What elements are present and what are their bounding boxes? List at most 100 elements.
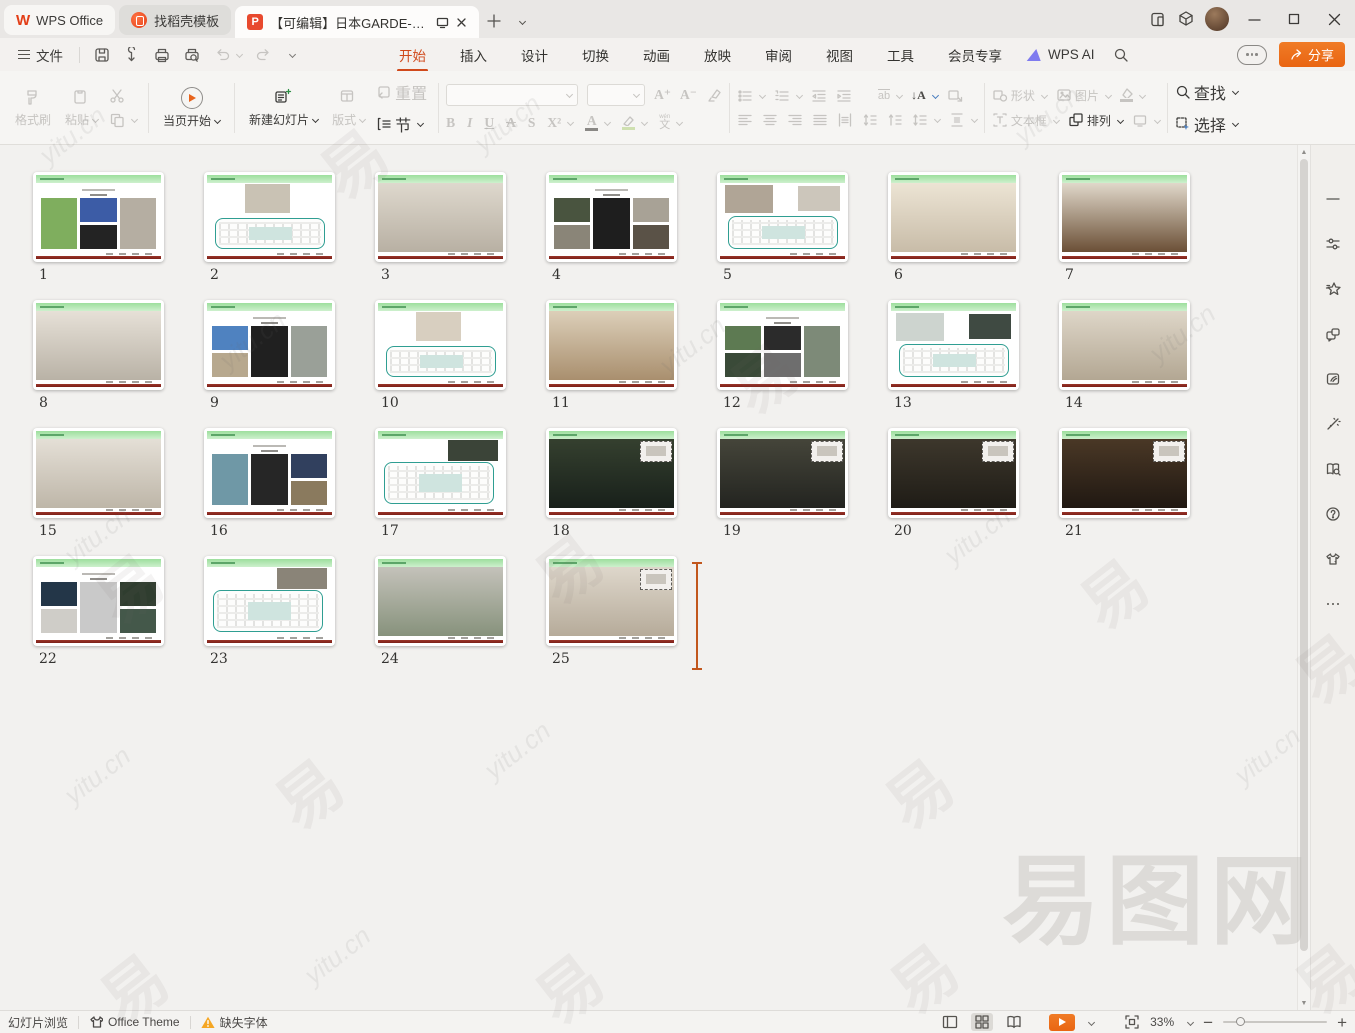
search-icon[interactable] [1113, 47, 1129, 63]
slide-thumbnail[interactable] [888, 172, 1019, 262]
section-button[interactable]: 节 [376, 112, 427, 136]
slide-thumbnail[interactable] [1059, 428, 1190, 518]
user-avatar[interactable] [1205, 7, 1229, 31]
zoom-level-chevron[interactable] [1187, 1018, 1194, 1025]
help-button[interactable] [1323, 504, 1343, 524]
slide-thumbnail[interactable] [717, 300, 848, 390]
slide-thumbnail[interactable] [1059, 300, 1190, 390]
tab-document[interactable]: P 【可编辑】日本GARDE-宁波阪 [235, 6, 479, 38]
resource-search-button[interactable] [1323, 459, 1343, 479]
collapse-sidebar-button[interactable] [1323, 189, 1343, 209]
file-menu-button[interactable]: 文件 [10, 45, 71, 65]
effects-star-button[interactable] [1323, 279, 1343, 299]
slide-thumbnail[interactable] [204, 428, 335, 518]
zoom-in-button[interactable]: + [1337, 1014, 1347, 1031]
tab-docer-templates[interactable]: 找稻壳模板 [119, 5, 231, 35]
collaboration-more-icon[interactable] [1237, 45, 1267, 65]
switch-shapes-button[interactable] [1323, 324, 1343, 344]
slide-thumbnail[interactable] [375, 172, 506, 262]
menu-tab-4[interactable]: 切换 [580, 39, 611, 71]
menu-tab-10[interactable]: 会员专享 [946, 39, 1004, 71]
theme-button[interactable]: Office Theme [89, 1015, 180, 1029]
bold-button: B [446, 115, 455, 131]
missing-fonts-button[interactable]: 缺失字体 [201, 1014, 268, 1031]
arrange-button[interactable]: 排列 [1068, 112, 1123, 129]
slide-thumbnail[interactable] [546, 172, 677, 262]
menu-tab-5[interactable]: 动画 [641, 39, 672, 71]
reading-view-button[interactable] [1003, 1013, 1025, 1031]
mobile-device-icon[interactable] [1150, 11, 1167, 28]
menu-tab-1[interactable]: 开始 [397, 39, 428, 71]
zoom-slider-thumb[interactable] [1236, 1017, 1245, 1026]
slide-sorter-view-button[interactable] [971, 1013, 993, 1031]
collage-column [41, 198, 77, 249]
menu-tab-8[interactable]: 视图 [824, 39, 855, 71]
zoom-out-button[interactable]: − [1203, 1014, 1213, 1031]
slide-thumbnail[interactable] [717, 172, 848, 262]
skin-settings-button[interactable] [1323, 549, 1343, 569]
font-name-combo[interactable] [446, 84, 578, 106]
slide-thumbnail[interactable] [1059, 172, 1190, 262]
present-screen-icon[interactable] [436, 16, 449, 29]
slide-thumbnail[interactable] [375, 300, 506, 390]
menu-tab-3[interactable]: 设计 [519, 39, 550, 71]
close-tab-icon[interactable] [456, 17, 467, 28]
slide-thumbnail[interactable] [204, 556, 335, 646]
normal-view-button[interactable] [939, 1013, 961, 1031]
play-from-current-button[interactable]: 当页开始 [156, 87, 227, 129]
slide-thumbnail[interactable] [546, 556, 677, 646]
slide-thumbnail[interactable] [375, 428, 506, 518]
font-size-combo[interactable] [587, 84, 645, 106]
new-tab-button[interactable] [481, 8, 507, 34]
slide-thumbnail[interactable] [33, 556, 164, 646]
slide-thumbnail[interactable] [33, 172, 164, 262]
fit-to-window-icon[interactable] [1124, 1014, 1140, 1030]
slide-thumbnail[interactable] [33, 300, 164, 390]
minimize-button[interactable] [1239, 4, 1269, 34]
zoom-slider[interactable] [1223, 1021, 1327, 1023]
slideshow-play-button[interactable] [1049, 1014, 1075, 1031]
scroll-up-arrow[interactable]: ▲ [1298, 146, 1310, 158]
slide-thumbnail[interactable] [375, 556, 506, 646]
slide-thumbnail[interactable] [888, 428, 1019, 518]
slide-thumbnail[interactable] [546, 300, 677, 390]
collage-row [212, 454, 327, 505]
scrollbar-thumb[interactable] [1300, 159, 1308, 951]
slideshow-options-chevron[interactable] [1088, 1018, 1095, 1025]
more-tools-button[interactable] [1323, 594, 1343, 614]
magic-wand-button[interactable] [1323, 414, 1343, 434]
save-icon[interactable] [94, 47, 110, 63]
tab-wps-home[interactable]: W WPS Office [4, 5, 115, 35]
menu-tab-6[interactable]: 放映 [702, 39, 733, 71]
creative-design-button[interactable] [1323, 369, 1343, 389]
slide-thumbnail[interactable] [888, 300, 1019, 390]
quickbar-more-chevron[interactable] [289, 51, 296, 58]
vertical-scrollbar[interactable]: ▲ ▼ [1297, 145, 1310, 1010]
slide-thumbnail[interactable] [33, 428, 164, 518]
3d-box-icon[interactable] [1177, 10, 1195, 28]
wps-ai-button[interactable]: WPS AI [1028, 47, 1095, 62]
menu-tab-7[interactable]: 审阅 [763, 39, 794, 71]
maximize-button[interactable] [1279, 4, 1309, 34]
slide-thumbnail[interactable] [204, 172, 335, 262]
slide-thumbnail[interactable] [546, 428, 677, 518]
select-button[interactable]: 选择 [1175, 112, 1238, 136]
print-icon[interactable] [154, 47, 170, 63]
slide-number: 11 [552, 395, 677, 411]
close-window-button[interactable] [1319, 4, 1349, 34]
object-properties-button[interactable] [1323, 234, 1343, 254]
slide-sorter-canvas[interactable]: 1234567891011121314151617181920212223242… [0, 145, 1297, 1010]
slide-thumbnail[interactable] [717, 428, 848, 518]
share-button[interactable]: 分享 [1279, 42, 1345, 67]
menu-tab-9[interactable]: 工具 [885, 39, 916, 71]
export-pdf-icon[interactable] [124, 47, 140, 63]
slide-thumbnail[interactable] [204, 300, 335, 390]
menu-tab-2[interactable]: 插入 [458, 39, 489, 71]
tab-list-chevron[interactable] [507, 8, 533, 34]
zoom-percentage[interactable]: 33% [1150, 1015, 1174, 1029]
scroll-down-arrow[interactable]: ▼ [1298, 997, 1310, 1009]
slide-subtitle-line [603, 194, 621, 196]
print-preview-icon[interactable] [184, 47, 200, 63]
new-slide-button[interactable]: 新建幻灯片 [242, 88, 325, 128]
find-button[interactable]: 查找 [1175, 80, 1238, 104]
